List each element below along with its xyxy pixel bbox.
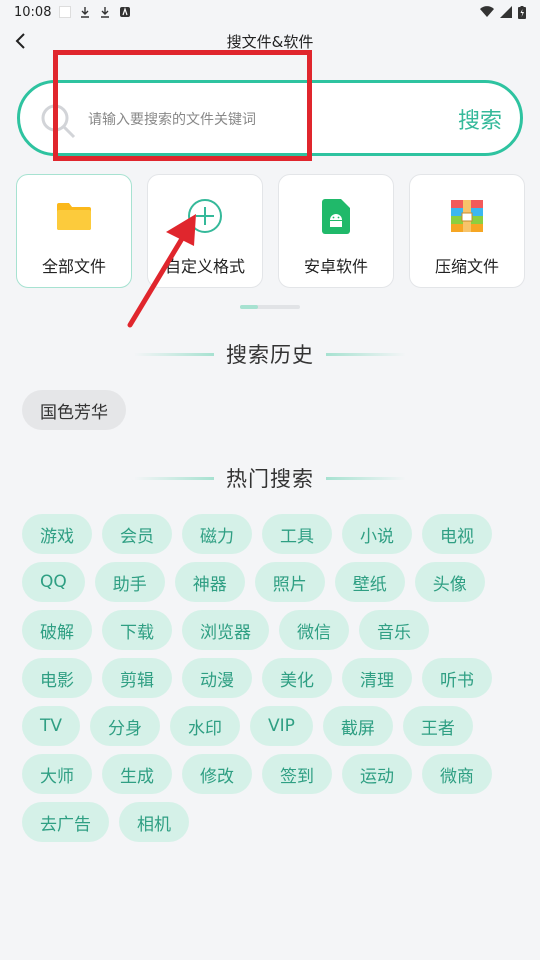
category-carousel[interactable]: 全部文件 自定义格式 安卓软件 压缩文件 <box>16 172 540 290</box>
carousel-indicator <box>240 305 300 309</box>
hot-row: QQ 助手 神器 照片 壁纸 头像 <box>22 562 522 602</box>
hot-search-chip[interactable]: 游戏 <box>22 514 92 554</box>
download-icon <box>81 7 90 18</box>
category-label: 全部文件 <box>41 257 106 276</box>
hot-row: TV 分身 水印 VIP 截屏 王者 <box>22 706 522 746</box>
history-section-title: 搜索历史 <box>0 337 540 371</box>
hot-search-chip[interactable]: 修改 <box>182 754 252 794</box>
chevron-left-icon <box>15 33 25 49</box>
hot-search-chip[interactable]: TV <box>22 706 81 746</box>
download-icon <box>101 7 110 18</box>
hot-search-chip[interactable]: 电影 <box>22 658 92 698</box>
hot-search-chip[interactable]: 下载 <box>102 610 172 650</box>
hot-search-chip[interactable]: 照片 <box>254 562 325 602</box>
status-bar: 10:08 <box>0 0 540 24</box>
hot-search-chip[interactable]: 微商 <box>422 754 492 794</box>
hot-search-chip[interactable]: 磁力 <box>182 514 252 554</box>
hot-section-title: 热门搜索 <box>0 461 540 495</box>
plus-circle-icon <box>188 199 222 233</box>
hot-search-chip[interactable]: VIP <box>250 706 313 746</box>
notification-square-icon <box>59 6 72 18</box>
hot-search-chip[interactable]: 动漫 <box>182 658 252 698</box>
hot-search-chip[interactable]: 去广告 <box>22 802 109 842</box>
hot-row: 电影 剪辑 动漫 美化 清理 听书 <box>22 658 522 698</box>
hot-search-list: 游戏 会员 磁力 工具 小说 电视 QQ 助手 神器 照片 壁纸 头像 破解 下载 浏览器 微信 音乐 电影 剪辑动… <box>22 514 522 850</box>
back-button[interactable] <box>8 28 34 54</box>
folder-icon <box>57 203 91 230</box>
category-all-files[interactable]: 全部文件 <box>16 174 132 288</box>
hot-search-chip[interactable]: 签到 <box>262 754 332 794</box>
hot-row: 游戏 会员 磁力 工具 小说 电视 <box>22 514 522 554</box>
app-badge-icon <box>120 7 131 17</box>
hot-search-chip[interactable]: 浏览器 <box>182 610 269 650</box>
hot-search-chip[interactable]: 电视 <box>422 514 492 554</box>
hot-search-chip[interactable]: 美化 <box>262 658 332 698</box>
hot-title: 热门搜索 <box>226 467 314 491</box>
hot-search-chip[interactable]: 壁纸 <box>334 562 405 602</box>
hot-search-chip[interactable]: 水印 <box>170 706 241 746</box>
hot-search-chip[interactable]: QQ <box>22 562 85 602</box>
category-label: 自定义格式 <box>164 257 245 276</box>
hot-search-chip[interactable]: 运动 <box>342 754 412 794</box>
battery-icon <box>518 5 526 19</box>
hot-search-chip[interactable]: 破解 <box>22 610 92 650</box>
android-icon <box>322 199 350 234</box>
hot-search-chip[interactable]: 头像 <box>414 562 485 602</box>
history-title: 搜索历史 <box>226 343 314 367</box>
hot-search-chip[interactable]: 清理 <box>342 658 412 698</box>
hot-search-chip[interactable]: 微信 <box>279 610 349 650</box>
hot-search-chip[interactable]: 生成 <box>102 754 172 794</box>
signal-icon <box>500 6 512 18</box>
category-custom-format[interactable]: 自定义格式 <box>147 174 263 288</box>
annotation-highlight-box <box>53 50 312 161</box>
hot-search-chip[interactable]: 音乐 <box>359 610 429 650</box>
wifi-icon <box>480 6 494 18</box>
hot-search-chip[interactable]: 会员 <box>102 514 172 554</box>
category-label: 安卓软件 <box>303 257 368 276</box>
status-time: 10:08 <box>14 4 52 20</box>
category-android-apps[interactable]: 安卓软件 <box>278 174 394 288</box>
hot-search-chip[interactable]: 听书 <box>422 658 492 698</box>
archive-icon <box>451 200 483 232</box>
hot-search-chip[interactable]: 剪辑 <box>102 658 172 698</box>
hot-row: 破解 下载 浏览器 微信 音乐 <box>22 610 522 650</box>
hot-search-chip[interactable]: 分身 <box>90 706 161 746</box>
hot-search-chip[interactable]: 截屏 <box>322 706 393 746</box>
hot-search-chip[interactable]: 王者 <box>402 706 473 746</box>
hot-search-chip[interactable]: 相机 <box>119 802 189 842</box>
hot-row: 去广告 相机 <box>22 802 522 842</box>
hot-row: 大师 生成 修改 签到 运动 微商 <box>22 754 522 794</box>
page-title: 搜文件&软件 <box>226 32 314 51</box>
history-chip[interactable]: 国色芳华 <box>22 390 126 430</box>
hot-search-chip[interactable]: 助手 <box>94 562 165 602</box>
category-archives[interactable]: 压缩文件 <box>409 174 525 288</box>
category-label: 压缩文件 <box>434 257 499 276</box>
hot-search-chip[interactable]: 神器 <box>174 562 245 602</box>
hot-search-chip[interactable]: 大师 <box>22 754 92 794</box>
hot-search-chip[interactable]: 小说 <box>342 514 412 554</box>
search-button[interactable]: 搜索 <box>458 103 502 135</box>
hot-search-chip[interactable]: 工具 <box>262 514 332 554</box>
